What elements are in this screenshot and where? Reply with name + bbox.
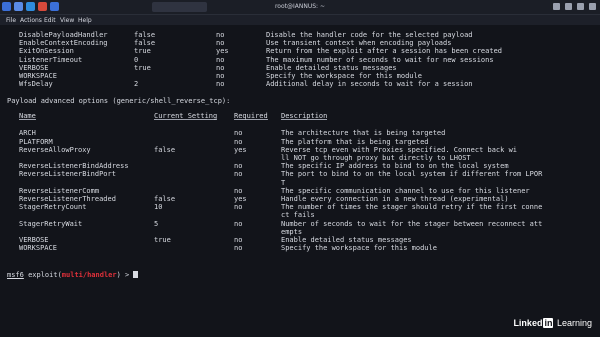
option-name: ExitOnSession <box>19 47 74 56</box>
option-name: ReverseListenerThreaded <box>19 195 116 203</box>
option-required: no <box>216 80 225 89</box>
header-description: Description <box>281 112 328 120</box>
terminal-output[interactable]: DisablePayloadHandler false no Disable the … <box>7 31 595 331</box>
menu-help[interactable]: Help <box>78 17 92 24</box>
option-required: yes <box>216 47 229 56</box>
option-description: The platform that is being targeted <box>281 137 429 146</box>
option-name: ReverseListenerBindPort <box>19 170 116 179</box>
option-required: no <box>234 137 243 146</box>
header-current-setting: Current Setting <box>154 112 218 120</box>
option-description-wrap: ll NOT go through proxy but directly to … <box>281 154 471 162</box>
option-name: WfsDelay <box>19 80 53 89</box>
window-title: root@IANNUS: ~ <box>274 3 326 10</box>
option-current-setting: false <box>134 39 156 48</box>
linkedin-learning-logo: Linked in Learning <box>513 318 592 328</box>
option-description: Additional delay in seconds to wait for … <box>266 80 473 89</box>
logo-text-in: in <box>543 318 554 328</box>
option-current-setting: 5 <box>154 219 159 228</box>
menu-actions[interactable]: Actions <box>20 17 42 24</box>
option-required: no <box>234 162 243 171</box>
option-description: Reverse tcp even with Proxies specified.… <box>281 145 518 154</box>
option-current-setting: true <box>134 47 151 56</box>
option-name: PLATFORM <box>19 137 53 146</box>
terminal-menubar: File Actions Edit View Help <box>0 15 600 25</box>
logo-text-learning: Learning <box>556 318 592 328</box>
option-required: no <box>234 236 243 244</box>
option-required: no <box>234 203 243 212</box>
option-name: WORKSPACE <box>19 244 57 253</box>
option-name: ListenerTimeout <box>19 55 83 64</box>
prompt-msf: msf6 <box>7 270 24 279</box>
option-description: Enable detailed status messages <box>281 236 412 244</box>
option-description: The architecture that is being targeted <box>281 129 446 138</box>
option-current-setting: false <box>134 31 156 39</box>
prompt-exploit: exploit( <box>23 270 62 279</box>
option-required: no <box>234 129 243 138</box>
prompt-module: multi/handler <box>61 270 117 279</box>
option-name: VERBOSE <box>19 236 49 244</box>
option-description: Return from the exploit after a session … <box>266 47 503 56</box>
option-name: StagerRetryCount <box>19 203 87 212</box>
network-icon[interactable] <box>553 3 560 10</box>
option-description: Enable detailed status messages <box>266 63 397 72</box>
option-description: Specify the workspace for this module <box>266 72 422 80</box>
option-description: Number of seconds to wait for the stager… <box>281 219 543 228</box>
option-name: StagerRetryWait <box>19 219 83 228</box>
payload-heading-text: Payload advanced options (generic/shell_… <box>7 96 231 105</box>
header-required: Required <box>234 112 268 120</box>
option-current-setting: 10 <box>154 203 163 212</box>
option-description: Specify the workspace for this module <box>281 244 437 253</box>
menu-file[interactable]: File <box>6 17 16 24</box>
option-current-setting: true <box>134 63 151 72</box>
option-name: VERBOSE <box>19 63 49 72</box>
option-name: ReverseListenerBindAddress <box>19 162 129 171</box>
option-current-setting: true <box>154 236 171 244</box>
logo-text-linked: Linked <box>513 318 543 328</box>
option-description: The specific communication channel to us… <box>281 186 530 195</box>
option-required: yes <box>234 195 247 203</box>
lock-icon[interactable] <box>589 3 596 10</box>
menu-edit[interactable]: Edit <box>44 17 56 24</box>
option-current-setting: false <box>154 145 176 154</box>
option-current-setting: 0 <box>134 55 139 64</box>
option-description: The maximum number of seconds to wait fo… <box>266 55 494 64</box>
option-description: The port to bind to on the local system … <box>281 170 543 179</box>
option-description-wrap: empts <box>281 227 303 236</box>
option-required: no <box>234 244 243 253</box>
option-required: no <box>234 186 243 195</box>
option-description-wrap: T <box>281 178 286 187</box>
option-required: no <box>216 39 225 48</box>
notification-icon[interactable] <box>577 3 584 10</box>
option-current-setting: 2 <box>134 80 139 89</box>
option-description: Handle every connection in a new thread … <box>281 195 509 203</box>
text-cursor[interactable] <box>133 270 139 278</box>
option-name: WORKSPACE <box>19 72 57 80</box>
option-required: yes <box>234 145 247 154</box>
volume-icon[interactable] <box>565 3 572 10</box>
option-description: The number of times the stager should re… <box>281 203 543 212</box>
option-name: ReverseAllowProxy <box>19 145 91 154</box>
option-required: no <box>216 55 225 64</box>
option-description: Disable the handler code for the selecte… <box>266 31 473 39</box>
option-name: ReverseListenerComm <box>19 186 100 195</box>
option-required: no <box>216 72 225 80</box>
taskbar: root@IANNUS: ~ <box>0 0 600 15</box>
option-required: no <box>234 170 243 179</box>
header-name: Name <box>19 112 36 120</box>
system-tray <box>553 3 596 10</box>
option-current-setting: false <box>154 195 176 203</box>
option-required: no <box>216 31 225 39</box>
option-name: EnableContextEncoding <box>19 39 108 48</box>
option-name: DisablePayloadHandler <box>19 31 108 39</box>
option-description-wrap: ct fails <box>281 211 315 220</box>
menu-view[interactable]: View <box>60 17 74 24</box>
option-description: The specific IP address to bind to on th… <box>281 162 509 171</box>
option-required: no <box>216 63 225 72</box>
prompt-close: ) > <box>116 270 134 279</box>
option-name: ARCH <box>19 129 36 138</box>
option-description: Use transient context when encoding payl… <box>266 39 452 48</box>
option-required: no <box>234 219 243 228</box>
